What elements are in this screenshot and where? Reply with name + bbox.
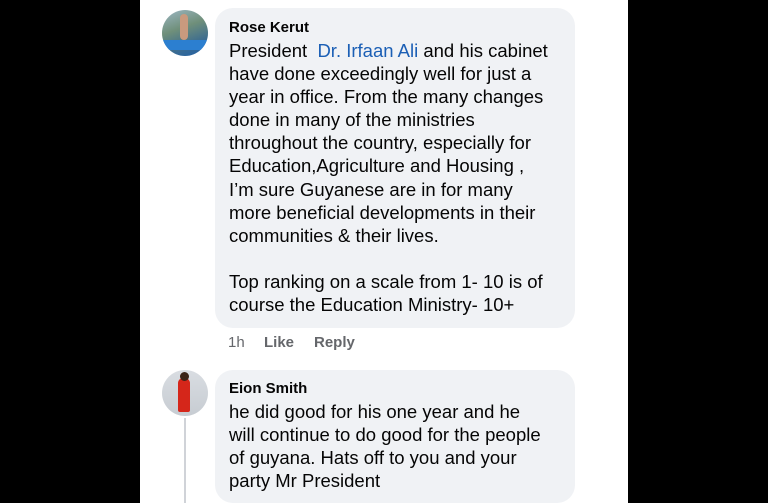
thread-line <box>184 418 186 503</box>
comment-line: have done exceedingly well for just a <box>229 63 532 85</box>
comment-line: communities & their lives. <box>229 224 439 246</box>
comment-line: more beneficial developments in their <box>229 201 536 223</box>
comment-line: he did good for his one year and he <box>229 401 521 422</box>
comment-text: President Dr. Irfaan Ali and his cabinet… <box>229 39 548 316</box>
comment-author[interactable]: Eion Smith <box>229 380 307 397</box>
mention-link[interactable]: Dr. Irfaan Ali <box>317 40 418 61</box>
comment-line: of guyana. Hats off to you and your <box>229 447 517 469</box>
avatar-head <box>180 372 189 381</box>
comment-text-start: President <box>229 40 318 61</box>
comment-text-cont: and his cabinet <box>418 40 548 61</box>
comment-line: Education,Agriculture and Housing , <box>229 155 525 177</box>
comment-line: party Mr President <box>229 470 381 492</box>
avatar[interactable] <box>162 370 208 416</box>
comment-timestamp[interactable]: 1h <box>228 334 245 351</box>
like-button[interactable]: Like <box>264 334 294 351</box>
comment-line: course the Education Ministry- 10+ <box>229 294 515 316</box>
comment-text: he did good for his one year and he will… <box>229 400 541 492</box>
comment-line: will continue to do good for the people <box>229 424 541 446</box>
comment-bubble: Eion Smith he did good for his one year … <box>215 370 575 503</box>
comment-line: throughout the country, especially for <box>229 132 531 154</box>
avatar-banner <box>162 40 208 50</box>
comments-panel: Rose Kerut President Dr. Irfaan Ali and … <box>140 0 628 503</box>
comment-line: Top ranking on a scale from 1- 10 is of <box>229 270 543 292</box>
reply-button[interactable]: Reply <box>314 334 355 351</box>
comment-bubble: Rose Kerut President Dr. Irfaan Ali and … <box>215 8 575 328</box>
comment-line: done in many of the ministries <box>229 109 475 131</box>
comment-author[interactable]: Rose Kerut <box>229 19 309 36</box>
comment-line: I’m sure Guyanese are in for many <box>229 178 513 200</box>
avatar-figure <box>178 378 190 412</box>
comment-line: year in office. From the many changes <box>229 86 544 108</box>
avatar[interactable] <box>162 10 208 56</box>
avatar-figure <box>180 14 188 40</box>
